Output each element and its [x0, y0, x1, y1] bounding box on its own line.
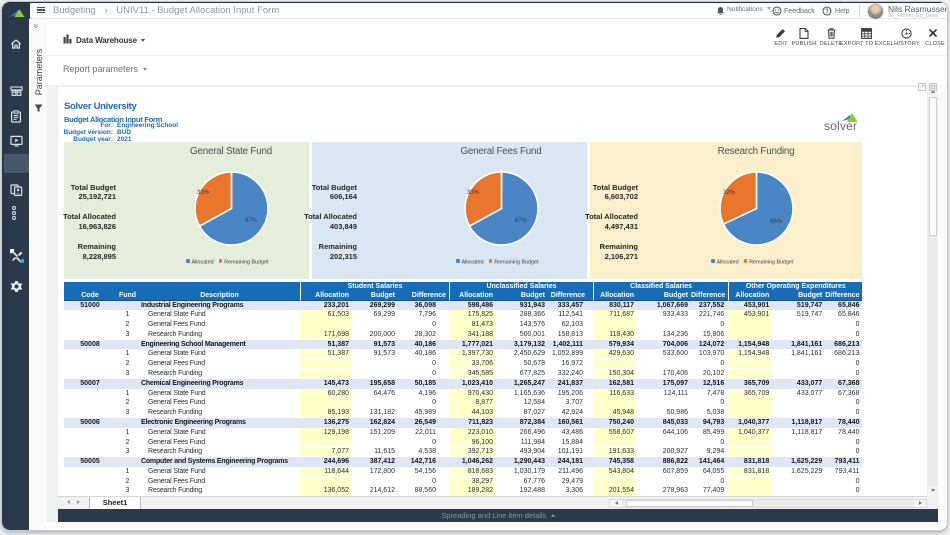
- svg-text:?: ?: [825, 9, 829, 15]
